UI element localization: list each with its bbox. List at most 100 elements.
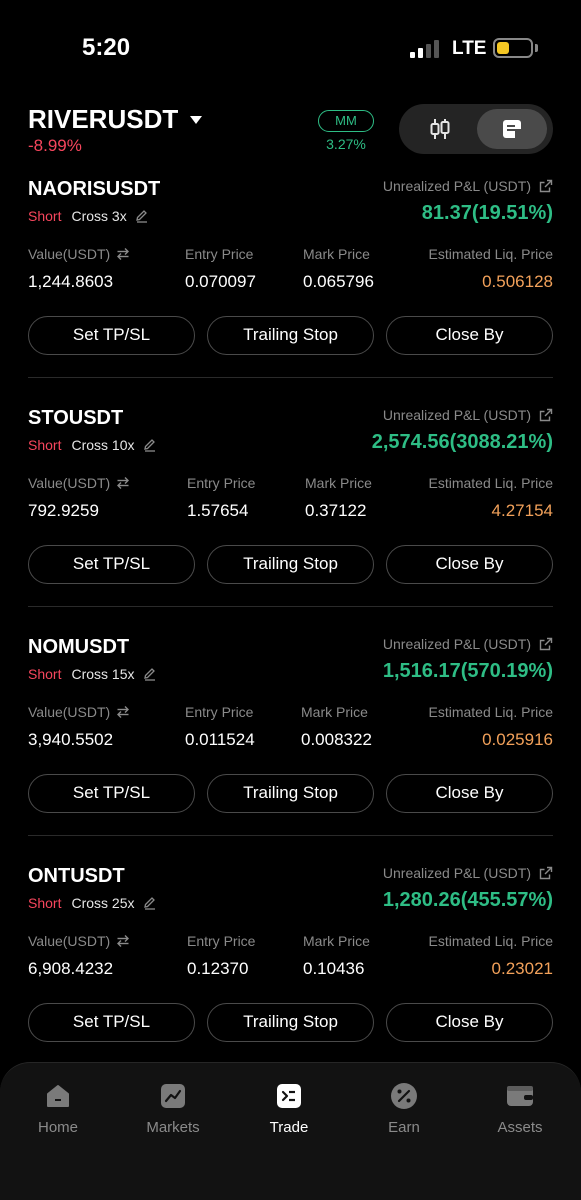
pnl-label: Unrealized P&L (USDT) xyxy=(383,407,553,423)
position-symbol[interactable]: STOUSDT xyxy=(28,407,123,430)
set-tpsl-button[interactable]: Set TP/SL xyxy=(28,316,195,355)
trade-icon xyxy=(274,1081,304,1111)
trailing-stop-button[interactable]: Trailing Stop xyxy=(207,1003,374,1042)
entry-price: 0.011524 xyxy=(185,730,255,749)
symbol-selector[interactable]: RIVERUSDT xyxy=(28,104,203,135)
liq-label: Estimated Liq. Price xyxy=(428,704,554,720)
position-card: NAORISUSDT Short Cross 3x Unrealized P&L (U… xyxy=(0,178,581,407)
mark-price: 0.10436 xyxy=(303,959,365,978)
position-tags: Short Cross 15x xyxy=(28,666,157,682)
symbol-name: RIVERUSDT xyxy=(28,104,179,134)
share-icon[interactable] xyxy=(539,866,553,880)
position-tags: Short Cross 25x xyxy=(28,895,157,911)
edit-leverage-icon[interactable] xyxy=(143,438,157,452)
liq-label: Estimated Liq. Price xyxy=(428,246,554,262)
pnl-label: Unrealized P&L (USDT) xyxy=(383,636,553,652)
set-tpsl-button[interactable]: Set TP/SL xyxy=(28,545,195,584)
value-amount: 3,940.5502 xyxy=(28,730,114,749)
mark-label: Mark Price xyxy=(303,246,370,262)
close-by-button[interactable]: Close By xyxy=(386,545,553,584)
close-by-button[interactable]: Close By xyxy=(386,1003,553,1042)
entry-label: Entry Price xyxy=(187,933,256,949)
trailing-stop-button[interactable]: Trailing Stop xyxy=(207,545,374,584)
mark-price: 0.37122 xyxy=(305,501,367,520)
tab-earn[interactable]: Earn xyxy=(354,1081,454,1151)
position-tags: Short Cross 3x xyxy=(28,208,149,224)
status-bar: 5:20 LTE xyxy=(0,0,581,96)
swap-icon[interactable] xyxy=(116,934,130,948)
trailing-stop-button[interactable]: Trailing Stop xyxy=(207,774,374,813)
position-symbol[interactable]: NOMUSDT xyxy=(28,636,129,659)
entry-label: Entry Price xyxy=(187,475,256,491)
mark-price: 0.065796 xyxy=(303,272,374,291)
liq-label: Estimated Liq. Price xyxy=(428,475,554,491)
entry-label: Entry Price xyxy=(185,704,254,720)
leverage-tag: Cross 25x xyxy=(71,895,135,911)
liq-price: 0.025916 xyxy=(482,730,553,749)
wallet-icon xyxy=(505,1081,535,1111)
position-tags: Short Cross 10x xyxy=(28,437,157,453)
earn-icon xyxy=(389,1081,419,1111)
position-symbol[interactable]: ONTUSDT xyxy=(28,865,125,888)
liq-price: 0.506128 xyxy=(482,272,553,291)
pnl-label-text: Unrealized P&L (USDT) xyxy=(382,407,531,423)
divider xyxy=(28,835,553,836)
liq-label: Estimated Liq. Price xyxy=(428,933,554,949)
pnl-value: 81.37(19.51%) xyxy=(421,202,553,224)
positions-view-button[interactable] xyxy=(477,109,547,149)
edit-leverage-icon[interactable] xyxy=(143,896,157,910)
position-card: ONTUSDT Short Cross 25x Unrealized P&L (USD… xyxy=(0,865,581,1094)
pnl-label-text: Unrealized P&L (USDT) xyxy=(382,178,531,194)
mark-price: 0.008322 xyxy=(301,730,372,749)
share-icon[interactable] xyxy=(539,408,553,422)
position-card: NOMUSDT Short Cross 15x Unrealized P&L (USD… xyxy=(0,636,581,865)
value-label: Value(USDT) xyxy=(28,933,130,949)
tab-bar: Home Markets Trade Earn Assets xyxy=(0,1062,581,1200)
share-icon[interactable] xyxy=(539,637,553,651)
leverage-tag: Cross 10x xyxy=(71,437,135,453)
side-tag: Short xyxy=(28,208,62,224)
value-amount: 792.9259 xyxy=(28,501,99,520)
tab-trade[interactable]: Trade xyxy=(239,1081,339,1151)
value-amount: 1,244.8603 xyxy=(28,272,114,291)
swap-icon[interactable] xyxy=(116,705,130,719)
close-by-button[interactable]: Close By xyxy=(386,774,553,813)
value-label: Value(USDT) xyxy=(28,475,130,491)
trailing-stop-button[interactable]: Trailing Stop xyxy=(207,316,374,355)
pnl-value: 1,516.17(570.19%) xyxy=(382,660,553,682)
mm-badge[interactable]: MM xyxy=(318,110,374,132)
set-tpsl-button[interactable]: Set TP/SL xyxy=(28,774,195,813)
swap-icon[interactable] xyxy=(116,476,130,490)
caret-down-icon xyxy=(190,115,203,124)
entry-label: Entry Price xyxy=(185,246,254,262)
view-toggle xyxy=(399,104,553,154)
liq-price: 4.27154 xyxy=(491,501,553,520)
divider xyxy=(28,377,553,378)
tab-home[interactable]: Home xyxy=(8,1081,108,1151)
position-symbol[interactable]: NAORISUSDT xyxy=(28,178,160,201)
swap-icon[interactable] xyxy=(116,247,130,261)
edit-leverage-icon[interactable] xyxy=(135,209,149,223)
pnl-label: Unrealized P&L (USDT) xyxy=(383,865,553,881)
chart-view-button[interactable] xyxy=(405,109,475,149)
leverage-tag: Cross 15x xyxy=(71,666,135,682)
mark-label: Mark Price xyxy=(303,933,370,949)
mm-value: 3.27% xyxy=(326,136,366,152)
set-tpsl-button[interactable]: Set TP/SL xyxy=(28,1003,195,1042)
side-tag: Short xyxy=(28,895,62,911)
home-icon xyxy=(43,1081,73,1111)
pnl-label-text: Unrealized P&L (USDT) xyxy=(382,865,531,881)
candlestick-icon xyxy=(430,119,450,139)
share-icon[interactable] xyxy=(539,179,553,193)
tab-markets[interactable]: Markets xyxy=(123,1081,223,1151)
close-by-button[interactable]: Close By xyxy=(386,316,553,355)
pnl-value: 1,280.26(455.57%) xyxy=(382,889,553,911)
divider xyxy=(28,606,553,607)
header: RIVERUSDT -8.99% MM 3.27% xyxy=(0,100,581,160)
tab-assets[interactable]: Assets xyxy=(470,1081,570,1151)
signal-icon xyxy=(410,40,442,58)
edit-leverage-icon[interactable] xyxy=(143,667,157,681)
pnl-value: 2,574.56(3088.21%) xyxy=(371,431,553,453)
value-amount: 6,908.4232 xyxy=(28,959,114,978)
entry-price: 0.12370 xyxy=(187,959,249,978)
